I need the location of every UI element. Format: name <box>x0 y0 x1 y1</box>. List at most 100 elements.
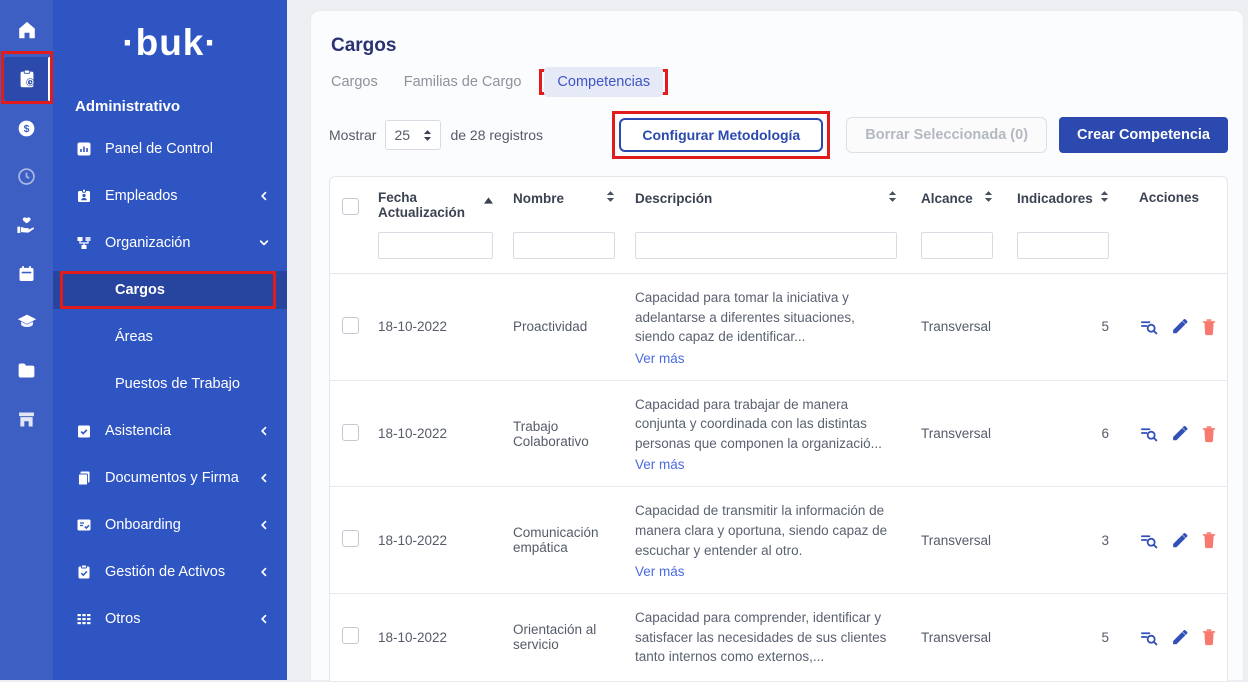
storefront-icon[interactable] <box>0 397 53 441</box>
svg-text:$: $ <box>24 123 30 135</box>
indicadores-cell: 3 <box>1007 533 1125 548</box>
sidebar-nav: Panel de Control Empleados Organización … <box>53 125 287 642</box>
graduation-icon[interactable] <box>0 300 53 344</box>
sidebar-item-puestos-de-trabajo[interactable]: Puestos de Trabajo <box>53 360 287 407</box>
filter-nombre-input[interactable] <box>513 232 615 259</box>
column-header-fecha[interactable]: Fecha Actualización <box>368 190 503 220</box>
filter-fecha-input[interactable] <box>378 232 493 259</box>
alcance-cell: Transversal <box>907 426 1007 441</box>
ver-mas-link[interactable]: Ver más <box>635 351 685 366</box>
sidebar-item-panel-de-control[interactable]: Panel de Control <box>53 125 287 172</box>
row-checkbox[interactable] <box>342 317 359 334</box>
column-header-descripcion[interactable]: Descripción <box>625 190 907 206</box>
column-header-indicadores[interactable]: Indicadores <box>1007 190 1125 206</box>
view-indicators-icon[interactable] <box>1139 424 1158 443</box>
table-row: 18-10-2022 Orientación al servicio Capac… <box>330 594 1227 682</box>
table-row: 18-10-2022 Proactividad Capacidad para t… <box>330 274 1227 381</box>
edit-pencil-icon[interactable] <box>1171 318 1188 335</box>
delete-trash-icon[interactable] <box>1201 531 1217 549</box>
table-row: 18-10-2022 Trabajo Colaborativo Capacida… <box>330 381 1227 488</box>
folder-icon[interactable] <box>0 348 53 392</box>
clock-icon[interactable] <box>0 154 53 198</box>
delete-trash-icon[interactable] <box>1201 425 1217 443</box>
annotation-box-configurar: Configurar Metodología <box>612 111 830 159</box>
home-icon[interactable] <box>0 8 53 52</box>
annotation-box-competencias-tab: Competencias <box>539 69 668 95</box>
filter-indicadores-input[interactable] <box>1017 232 1109 259</box>
row-checkbox[interactable] <box>342 424 359 441</box>
dollar-icon[interactable]: $ <box>0 106 53 150</box>
show-label: Mostrar <box>329 127 376 143</box>
column-label: Fecha Actualización <box>378 190 478 220</box>
table-filter-row <box>330 226 1227 274</box>
row-checkbox[interactable] <box>342 530 359 547</box>
chevron-down-icon <box>257 237 271 249</box>
row-checkbox[interactable] <box>342 627 359 644</box>
page-title: Cargos <box>331 35 1228 57</box>
descripcion-cell: Capacidad para comprender, identificar y… <box>635 608 897 667</box>
delete-trash-icon[interactable] <box>1201 628 1217 646</box>
edit-pencil-icon[interactable] <box>1171 629 1188 646</box>
filter-alcance-input[interactable] <box>921 232 993 259</box>
chevron-left-icon <box>257 425 271 437</box>
column-header-acciones: Acciones <box>1125 190 1227 205</box>
sidebar-item-organizacion[interactable]: Organización <box>53 219 287 266</box>
borrar-seleccionada-button[interactable]: Borrar Seleccionada (0) <box>846 117 1047 153</box>
dashboard-icon <box>75 140 92 157</box>
sidebar-item-label: Organización <box>105 235 244 251</box>
onboarding-card-icon <box>75 516 92 533</box>
view-indicators-icon[interactable] <box>1139 628 1158 647</box>
sidebar-item-areas[interactable]: Áreas <box>53 313 287 360</box>
column-header-nombre[interactable]: Nombre <box>503 190 625 206</box>
sidebar-item-label: Asistencia <box>105 423 244 439</box>
configurar-metodologia-button[interactable]: Configurar Metodología <box>619 118 823 152</box>
sidebar-item-cargos[interactable]: Cargos <box>53 271 287 309</box>
toolbar-actions: Configurar Metodología Borrar Selecciona… <box>612 111 1228 159</box>
delete-trash-icon[interactable] <box>1201 318 1217 336</box>
page-size-select[interactable]: 25 <box>385 120 441 150</box>
table-header-row: Fecha Actualización Nombre Descripción A… <box>330 177 1227 226</box>
tab-competencias[interactable]: Competencias <box>544 67 663 97</box>
calendar-icon[interactable] <box>0 251 53 295</box>
hand-heart-icon[interactable] <box>0 203 53 247</box>
view-indicators-icon[interactable] <box>1139 317 1158 336</box>
chevron-left-icon <box>257 519 271 531</box>
page-size-control: Mostrar 25 de 28 registros <box>329 120 543 150</box>
org-tree-icon <box>75 234 92 251</box>
sidebar: ·buk· Administrativo Panel de Control Em… <box>53 0 287 680</box>
sidebar-item-empleados[interactable]: Empleados <box>53 172 287 219</box>
tab-familias-de-cargo[interactable]: Familias de Cargo <box>404 74 522 90</box>
fecha-cell: 18-10-2022 <box>368 533 503 548</box>
sidebar-item-label: Otros <box>105 611 244 627</box>
crear-competencia-button[interactable]: Crear Competencia <box>1059 117 1228 153</box>
tab-cargos[interactable]: Cargos <box>331 74 378 90</box>
sidebar-item-asistencia[interactable]: Asistencia <box>53 407 287 454</box>
chevron-left-icon <box>257 566 271 578</box>
chevron-left-icon <box>257 190 271 202</box>
ver-mas-link[interactable]: Ver más <box>635 564 685 579</box>
view-indicators-icon[interactable] <box>1139 531 1158 550</box>
sidebar-item-gestion-de-activos[interactable]: Gestión de Activos <box>53 548 287 595</box>
nombre-cell: Comunicación empática <box>503 525 625 555</box>
icon-rail: $ <box>0 0 53 680</box>
sidebar-item-label: Documentos y Firma <box>105 470 244 486</box>
select-all-checkbox[interactable] <box>342 198 359 215</box>
filter-descripcion-input[interactable] <box>635 232 897 259</box>
main-content: Cargos Cargos Familias de Cargo Competen… <box>287 0 1248 680</box>
column-label: Alcance <box>921 191 973 206</box>
app-window: $ <box>0 0 1248 680</box>
column-label: Indicadores <box>1017 191 1093 206</box>
ver-mas-link[interactable]: Ver más <box>635 457 685 472</box>
alcance-cell: Transversal <box>907 319 1007 334</box>
sidebar-item-documentos-y-firma[interactable]: Documentos y Firma <box>53 454 287 501</box>
grid-icon <box>75 610 92 627</box>
edit-pencil-icon[interactable] <box>1171 532 1188 549</box>
edit-pencil-icon[interactable] <box>1171 425 1188 442</box>
sidebar-item-onboarding[interactable]: Onboarding <box>53 501 287 548</box>
sort-both-icon <box>888 190 897 206</box>
sidebar-item-otros[interactable]: Otros <box>53 595 287 642</box>
clipboard-clock-icon[interactable] <box>4 57 50 101</box>
column-header-alcance[interactable]: Alcance <box>907 190 1007 206</box>
tab-bar: Cargos Familias de Cargo Competencias <box>331 74 1228 90</box>
clipboard-check-icon <box>75 563 92 580</box>
